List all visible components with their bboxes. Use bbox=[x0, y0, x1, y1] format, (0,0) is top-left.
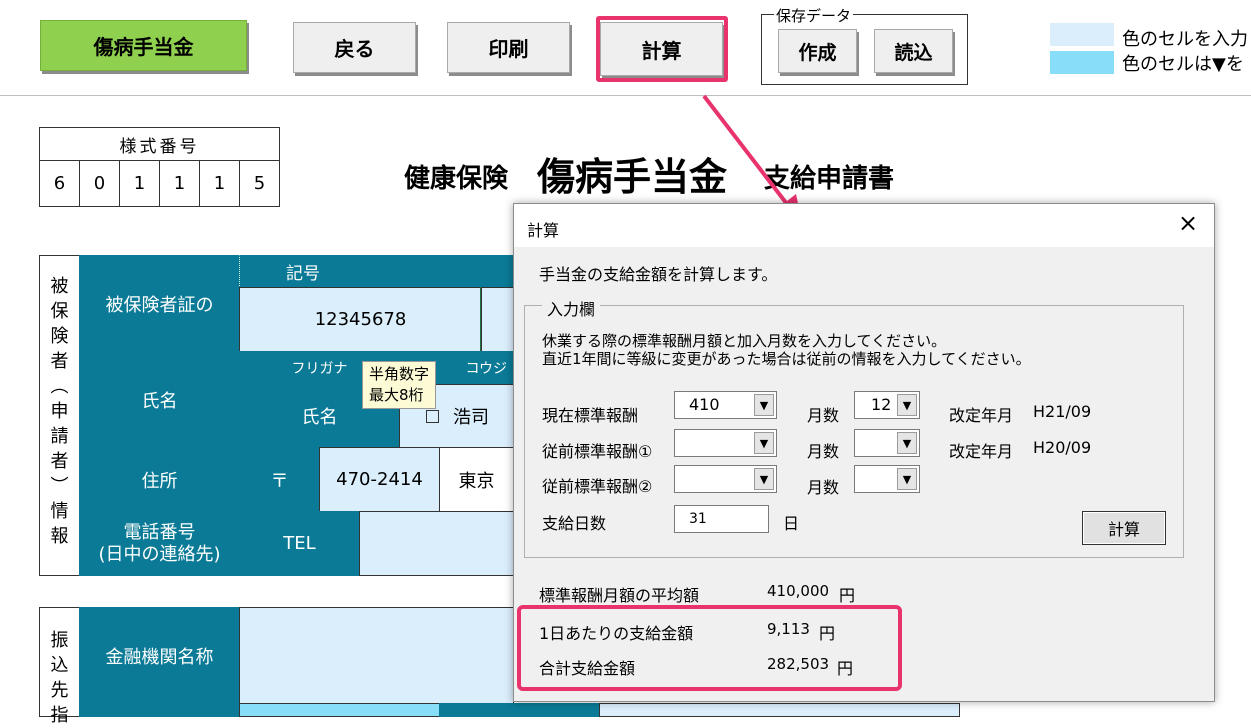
phone-label-text: 電話番号 bbox=[123, 521, 196, 543]
input-group-label: 入力欄 bbox=[542, 296, 601, 320]
style-digit[interactable]: 1 bbox=[119, 160, 160, 207]
vertical-char: 情 bbox=[50, 501, 69, 522]
legend-text-select: 色のセルは▼を bbox=[1122, 54, 1244, 75]
style-digit[interactable]: 5 bbox=[239, 160, 280, 207]
style-digit[interactable]: 1 bbox=[159, 160, 200, 207]
address-input[interactable]: 東京 bbox=[439, 447, 514, 512]
dropdown-arrow-icon[interactable]: ▼ bbox=[754, 432, 774, 454]
name-label: 氏名 bbox=[79, 351, 240, 448]
tooltip-line: 半角数字 bbox=[369, 365, 430, 383]
vertical-char: ︶ bbox=[50, 476, 69, 497]
insured-card-label: 被保険者証の bbox=[79, 255, 240, 352]
arrow-shaft bbox=[702, 94, 792, 210]
tooltip-line: 最大8桁 bbox=[369, 386, 424, 404]
vertical-char: 被 bbox=[50, 276, 69, 297]
title-prefix: 健康保険 bbox=[404, 164, 509, 194]
instruction-line-2: 直近1年間に等級に変更があった場合は従前の情報を入力してください。 bbox=[542, 350, 1031, 368]
back-button[interactable]: 戻る bbox=[293, 22, 416, 73]
previous-salary-2-label: 従前標準報酬② bbox=[542, 477, 653, 496]
vertical-char: 込 bbox=[50, 655, 69, 676]
input-tooltip: 半角数字 最大8桁 bbox=[362, 361, 437, 409]
vertical-char: 振 bbox=[50, 630, 69, 651]
phone-input[interactable] bbox=[359, 511, 514, 576]
revision-value: H21/09 bbox=[1033, 402, 1092, 421]
close-icon[interactable]: × bbox=[1178, 209, 1198, 237]
current-salary-label: 現在標準報酬 bbox=[542, 406, 639, 425]
create-button[interactable]: 作成 bbox=[778, 29, 857, 73]
months-label: 月数 bbox=[807, 406, 840, 425]
kigou-input[interactable]: 12345678 bbox=[239, 287, 482, 352]
section-insured-info-label: 被 保 険 者 ︵ 申 請 者 ︶ 情 報 bbox=[39, 255, 80, 576]
save-data-label: 保存データ bbox=[774, 5, 854, 26]
dropdown-arrow-icon[interactable]: ▼ bbox=[754, 394, 774, 416]
vertical-char: 者 bbox=[50, 451, 69, 472]
phone-label-sub: (日中の連絡先) bbox=[98, 543, 221, 565]
kigou-label: 記号 bbox=[239, 255, 514, 288]
print-button[interactable]: 印刷 bbox=[447, 22, 570, 73]
vertical-char: 申 bbox=[50, 401, 69, 422]
previous-salary-1-select[interactable]: ▼ bbox=[674, 429, 777, 457]
tel-label: TEL bbox=[239, 511, 360, 576]
bank-name-label: 金融機関名称 bbox=[79, 607, 240, 704]
payment-days-input[interactable]: 31 bbox=[674, 505, 769, 533]
vertical-char: 保 bbox=[50, 301, 69, 322]
revision-value: H20/09 bbox=[1033, 438, 1092, 457]
vertical-char: 報 bbox=[50, 526, 69, 547]
dialog-title: 計算 bbox=[527, 221, 560, 240]
months-label: 月数 bbox=[807, 442, 840, 461]
load-button[interactable]: 読込 bbox=[874, 29, 953, 73]
average-salary-value: 410,000 bbox=[767, 582, 830, 600]
style-digit[interactable]: 1 bbox=[199, 160, 240, 207]
vertical-char: 先 bbox=[50, 680, 69, 701]
legend-swatch-input bbox=[1050, 23, 1114, 46]
style-number-label: 様式番号 bbox=[39, 127, 280, 161]
average-salary-unit: 円 bbox=[839, 586, 856, 605]
section-transfer-label: 振 込 先 指 bbox=[39, 607, 80, 726]
vertical-char: 者 bbox=[50, 351, 69, 372]
current-salary-value: 410 bbox=[689, 395, 720, 414]
toolbar: 傷病手当金 戻る 印刷 計算 保存データ 作成 読込 色のセルを入力 色のセルは… bbox=[0, 0, 1251, 96]
dropdown-arrow-icon[interactable]: ▼ bbox=[897, 432, 917, 454]
dialog-titlebar: 計算 × bbox=[514, 204, 1214, 247]
previous-months-2-select[interactable]: ▼ bbox=[854, 465, 920, 493]
payment-days-unit: 日 bbox=[783, 514, 800, 533]
dialog-calc-button[interactable]: 計算 bbox=[1082, 511, 1166, 545]
dropdown-arrow-icon[interactable]: ▼ bbox=[897, 468, 917, 490]
vertical-char: 険 bbox=[50, 326, 69, 347]
current-salary-select[interactable]: 410 ▼ bbox=[674, 391, 777, 419]
calc-highlight bbox=[596, 16, 728, 82]
previous-salary-2-select[interactable]: ▼ bbox=[674, 465, 777, 493]
bank-name-input[interactable] bbox=[239, 607, 514, 704]
previous-months-1-select[interactable]: ▼ bbox=[854, 429, 920, 457]
revision-label: 改定年月 bbox=[949, 442, 1014, 461]
postal-mark: 〒 bbox=[239, 447, 320, 512]
dialog-description: 手当金の支給金額を計算します。 bbox=[539, 265, 778, 284]
payment-days-label: 支給日数 bbox=[542, 514, 607, 533]
current-months-select[interactable]: 12 ▼ bbox=[854, 391, 920, 419]
months-label: 月数 bbox=[807, 478, 840, 497]
postal-code-input[interactable]: 470-2414 bbox=[319, 447, 440, 512]
current-months-value: 12 bbox=[871, 395, 892, 414]
address-label: 住所 bbox=[79, 447, 240, 512]
vertical-char: ︵ bbox=[50, 376, 69, 397]
style-digit[interactable]: 0 bbox=[79, 160, 120, 207]
previous-salary-1-label: 従前標準報酬① bbox=[542, 442, 653, 461]
style-digit[interactable]: 6 bbox=[39, 160, 80, 207]
number-input[interactable] bbox=[481, 287, 514, 352]
average-salary-label: 標準報酬月額の平均額 bbox=[539, 586, 700, 605]
name-value: 浩司 bbox=[453, 407, 489, 428]
result-highlight bbox=[517, 605, 902, 691]
phone-label: 電話番号 (日中の連絡先) bbox=[79, 511, 240, 576]
legend-text-input: 色のセルを入力 bbox=[1122, 29, 1248, 50]
revision-label: 改定年月 bbox=[949, 406, 1014, 425]
vertical-char: 指 bbox=[50, 705, 69, 726]
title-button[interactable]: 傷病手当金 bbox=[40, 20, 247, 71]
dropdown-arrow-icon[interactable]: ▼ bbox=[754, 468, 774, 490]
checkbox-icon[interactable] bbox=[426, 409, 439, 423]
dropdown-arrow-icon[interactable]: ▼ bbox=[897, 394, 917, 416]
legend-swatch-select bbox=[1050, 51, 1114, 74]
vertical-char: 請 bbox=[50, 426, 69, 447]
